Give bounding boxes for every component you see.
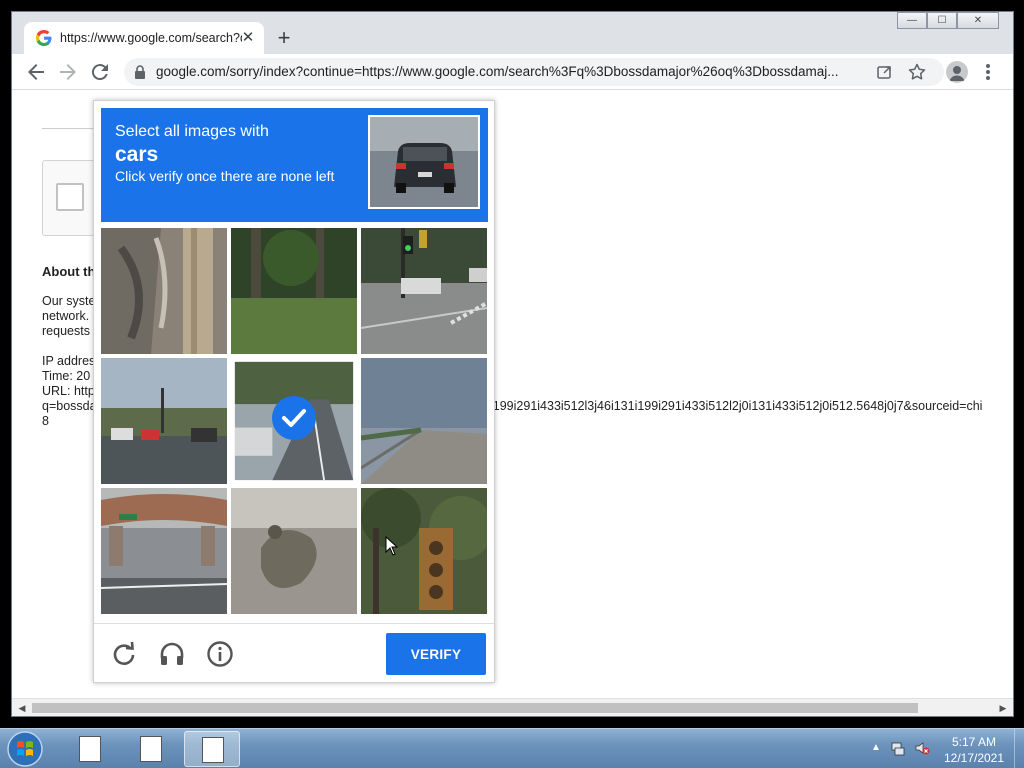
browser-toolbar: google.com/sorry/index?continue=https://… [12, 54, 1013, 90]
captcha-tile-4[interactable] [101, 358, 227, 484]
taskbar: ▲ 5:17 AM 12/17/2021 [0, 728, 1024, 768]
url-text: google.com/sorry/index?continue=https://… [156, 64, 839, 79]
captcha-tile-9[interactable] [361, 488, 487, 614]
forward-arrow-icon[interactable] [56, 60, 80, 84]
show-hidden-icons-icon[interactable]: ▲ [868, 740, 884, 756]
new-tab-button[interactable]: + [272, 27, 296, 51]
clock-time: 5:17 AM [951, 735, 997, 749]
paragraph-line-2: network. [42, 309, 90, 323]
captcha-tile-1[interactable] [101, 228, 227, 354]
captcha-footer: VERIFY [94, 623, 494, 684]
time-line: Time: 20 [42, 369, 91, 383]
back-arrow-icon[interactable] [24, 60, 48, 84]
captcha-tile-7[interactable] [101, 488, 227, 614]
captcha-image-grid [101, 228, 488, 615]
document-icon [140, 736, 162, 762]
captcha-header: Select all images with cars Click verify… [101, 108, 488, 222]
minimize-button[interactable]: — [897, 12, 927, 29]
verify-button[interactable]: VERIFY [386, 633, 486, 675]
captcha-challenge: Select all images with cars Click verify… [93, 100, 495, 683]
refresh-icon[interactable] [110, 640, 138, 668]
show-desktop-button[interactable] [1014, 729, 1024, 768]
network-icon[interactable] [890, 740, 906, 756]
scroll-left-arrow-icon[interactable]: ◀ [16, 702, 28, 714]
scrollbar-thumb[interactable] [32, 703, 918, 713]
horizontal-scrollbar[interactable]: ◀ ▶ [12, 698, 1013, 716]
mouse-cursor-icon [385, 536, 399, 556]
kebab-menu-icon[interactable] [978, 60, 998, 84]
captcha-sample-image [368, 115, 480, 209]
window-controls: — ☐ ✕ [897, 12, 999, 29]
clock-date: 12/17/2021 [943, 751, 1005, 765]
captcha-target-word: cars [115, 143, 159, 166]
windows-logo-icon [7, 731, 43, 767]
profile-avatar-icon[interactable] [946, 61, 968, 83]
headphones-icon[interactable] [158, 640, 186, 668]
volume-muted-icon[interactable] [914, 740, 930, 756]
recaptcha-checkbox[interactable] [56, 183, 84, 211]
about-heading: About th [42, 264, 96, 279]
google-favicon-icon [36, 30, 52, 46]
url-continuation: i199i291i433i512l3j46i131i199i291i433i51… [490, 399, 983, 413]
start-button[interactable] [4, 730, 46, 768]
ip-address-line: IP addres [42, 354, 96, 368]
document-icon [79, 736, 101, 762]
paragraph-line-3: requests [42, 324, 90, 338]
tab-strip: https://www.google.com/search?q ✕ + — ☐ … [12, 12, 1013, 54]
captcha-tile-8[interactable] [231, 488, 357, 614]
address-bar[interactable]: google.com/sorry/index?continue=https://… [124, 58, 944, 86]
captcha-tile-5[interactable] [231, 358, 357, 484]
taskbar-item-2[interactable] [123, 731, 179, 767]
document-icon [202, 737, 224, 763]
scroll-right-arrow-icon[interactable]: ▶ [997, 702, 1009, 714]
system-tray: ▲ 5:17 AM 12/17/2021 [860, 729, 1024, 768]
captcha-tile-3[interactable] [361, 228, 487, 354]
query-line: q=bossda [42, 399, 97, 413]
captcha-instruction: Select all images with [115, 123, 269, 140]
captcha-tile-2[interactable] [231, 228, 357, 354]
browser-tab[interactable]: https://www.google.com/search?q ✕ [24, 22, 264, 54]
url-line: URL: http [42, 384, 95, 398]
share-icon[interactable] [874, 61, 896, 83]
tab-close-icon[interactable]: ✕ [240, 30, 256, 46]
maximize-button[interactable]: ☐ [927, 12, 957, 29]
system-clock[interactable]: 5:17 AM 12/17/2021 [938, 734, 1010, 766]
captcha-subinstruction: Click verify once there are none left [115, 168, 335, 184]
taskbar-item-3[interactable] [184, 731, 240, 767]
url-line-end: 8 [42, 414, 49, 428]
bookmark-star-icon[interactable] [906, 61, 928, 83]
tab-title: https://www.google.com/search?q [60, 31, 242, 45]
tile-check-icon [272, 396, 316, 440]
paragraph-line-1: Our syste [42, 294, 96, 308]
taskbar-item-1[interactable] [62, 731, 118, 767]
info-icon[interactable] [206, 640, 234, 668]
close-window-button[interactable]: ✕ [957, 12, 999, 29]
captcha-tile-6[interactable] [361, 358, 487, 484]
reload-icon[interactable] [88, 60, 112, 84]
lock-icon [135, 65, 145, 79]
